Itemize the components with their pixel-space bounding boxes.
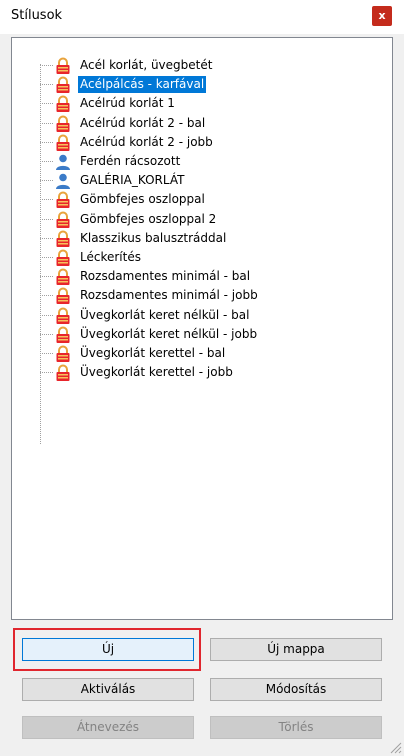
lock-icon [56, 134, 70, 151]
tree-connector [40, 333, 53, 335]
tree-item-label: Acélrúd korlát 2 - bal [80, 115, 206, 130]
tree-item-label: Léckerítés [80, 250, 141, 264]
tree-connector [40, 141, 53, 143]
modify-button[interactable]: Módosítás [210, 678, 382, 701]
tree-item[interactable]: Üvegkorlát kerettel - jobb [40, 363, 380, 382]
tree-item[interactable]: Léckerítés [40, 248, 380, 267]
new-button[interactable]: Új [22, 638, 194, 661]
rename-button[interactable]: Átnevezés [22, 716, 194, 739]
tree-item-label: Üvegkorlát kerettel - bal [80, 346, 226, 360]
tree-item[interactable]: Acélrúd korlát 2 - jobb [40, 133, 380, 152]
lock-icon [56, 230, 70, 247]
tree-connector [40, 372, 53, 374]
tree-item[interactable]: Ferdén rácsozott [40, 152, 380, 171]
tree-item-label: Acélpálcás - karfával [78, 76, 207, 94]
lock-icon [56, 76, 70, 94]
tree-item[interactable]: Gömbfejes oszloppal [40, 190, 380, 209]
tree-connector [40, 218, 53, 220]
resize-grip-icon[interactable] [388, 740, 402, 754]
styles-tree[interactable]: Acél korlát, üvegbetét Acélpálcás - karfá… [11, 37, 393, 620]
tree-item[interactable]: GALÉRIA_KORLÁT [40, 171, 380, 190]
tree-connector [40, 103, 53, 105]
tree-item[interactable]: Klasszikus balusztráddal [40, 229, 380, 248]
activate-button[interactable]: Aktiválás [22, 678, 194, 701]
tree-connector [40, 237, 53, 239]
tree-connector [40, 122, 53, 124]
tree-connector [40, 84, 53, 86]
window-title: Stílusok [11, 8, 63, 23]
tree-item-label: Üvegkorlát kerettel - jobb [80, 365, 233, 380]
tree-item[interactable]: Rozsdamentes minimál - jobb [40, 286, 380, 305]
lock-icon [56, 95, 70, 113]
tree-connector [40, 276, 53, 278]
tree-item-label: Klasszikus balusztráddal [80, 230, 227, 245]
lock-icon [56, 211, 70, 228]
lock-icon [56, 307, 70, 324]
user-icon [56, 154, 70, 170]
tree-item[interactable]: Üvegkorlát keret nélkül - bal [40, 306, 380, 325]
lock-icon [56, 191, 70, 209]
tree-connector [40, 257, 53, 258]
user-icon [56, 173, 70, 190]
tree-item[interactable]: Gömbfejes oszloppal 2 [40, 210, 380, 229]
lock-icon [56, 345, 70, 362]
tree-connector [40, 314, 53, 316]
tree-item-label: Acél korlát, üvegbetét [80, 58, 213, 72]
styles-dialog: Stílusok x Acél korlát, üvegbetét Acélpál… [0, 0, 404, 756]
tree-connector [40, 353, 53, 354]
title-bar[interactable]: Stílusok x [0, 0, 404, 34]
lock-icon [56, 364, 70, 382]
tree-item-label: Gömbfejes oszloppal 2 [80, 211, 217, 226]
delete-button[interactable]: Törlés [210, 716, 382, 739]
tree-connector [40, 295, 53, 297]
close-button[interactable]: x [372, 6, 392, 26]
lock-icon [56, 268, 70, 286]
tree-item[interactable]: Rozsdamentes minimál - bal [40, 267, 380, 286]
tree-connector [40, 161, 53, 162]
tree-item[interactable]: Üvegkorlát keret nélkül - jobb [40, 325, 380, 344]
lock-icon [56, 326, 70, 343]
tree-item-label: Ferdén rácsozott [80, 154, 181, 168]
tree-connector [40, 180, 53, 182]
tree-item[interactable]: Acél korlát, üvegbetét [40, 56, 380, 75]
lock-icon [56, 287, 70, 305]
tree-item-label: Acélrúd korlát 1 [80, 96, 175, 111]
tree-item[interactable]: Acélrúd korlát 1 [40, 94, 380, 113]
lock-icon [56, 57, 70, 74]
tree-item-label: Rozsdamentes minimál - bal [80, 269, 251, 284]
tree-item-label: Üvegkorlát keret nélkül - jobb [80, 326, 258, 341]
tree-connector [40, 199, 53, 201]
lock-icon [56, 115, 70, 132]
tree-item-label: Acélrúd korlát 2 - jobb [80, 134, 213, 149]
lock-icon [56, 249, 70, 266]
new-folder-button[interactable]: Új mappa [210, 638, 382, 661]
tree-item-label: Üvegkorlát keret nélkül - bal [80, 307, 250, 322]
tree-item-label: Rozsdamentes minimál - jobb [80, 288, 258, 303]
tree-connector [40, 65, 53, 66]
tree-item[interactable]: Acélpálcás - karfával [40, 75, 380, 94]
tree-item[interactable]: Acélrúd korlát 2 - bal [40, 114, 380, 133]
tree-item[interactable]: Üvegkorlát kerettel - bal [40, 344, 380, 363]
tree-item-label: GALÉRIA_KORLÁT [80, 173, 185, 188]
tree-item-label: Gömbfejes oszloppal [80, 192, 205, 207]
